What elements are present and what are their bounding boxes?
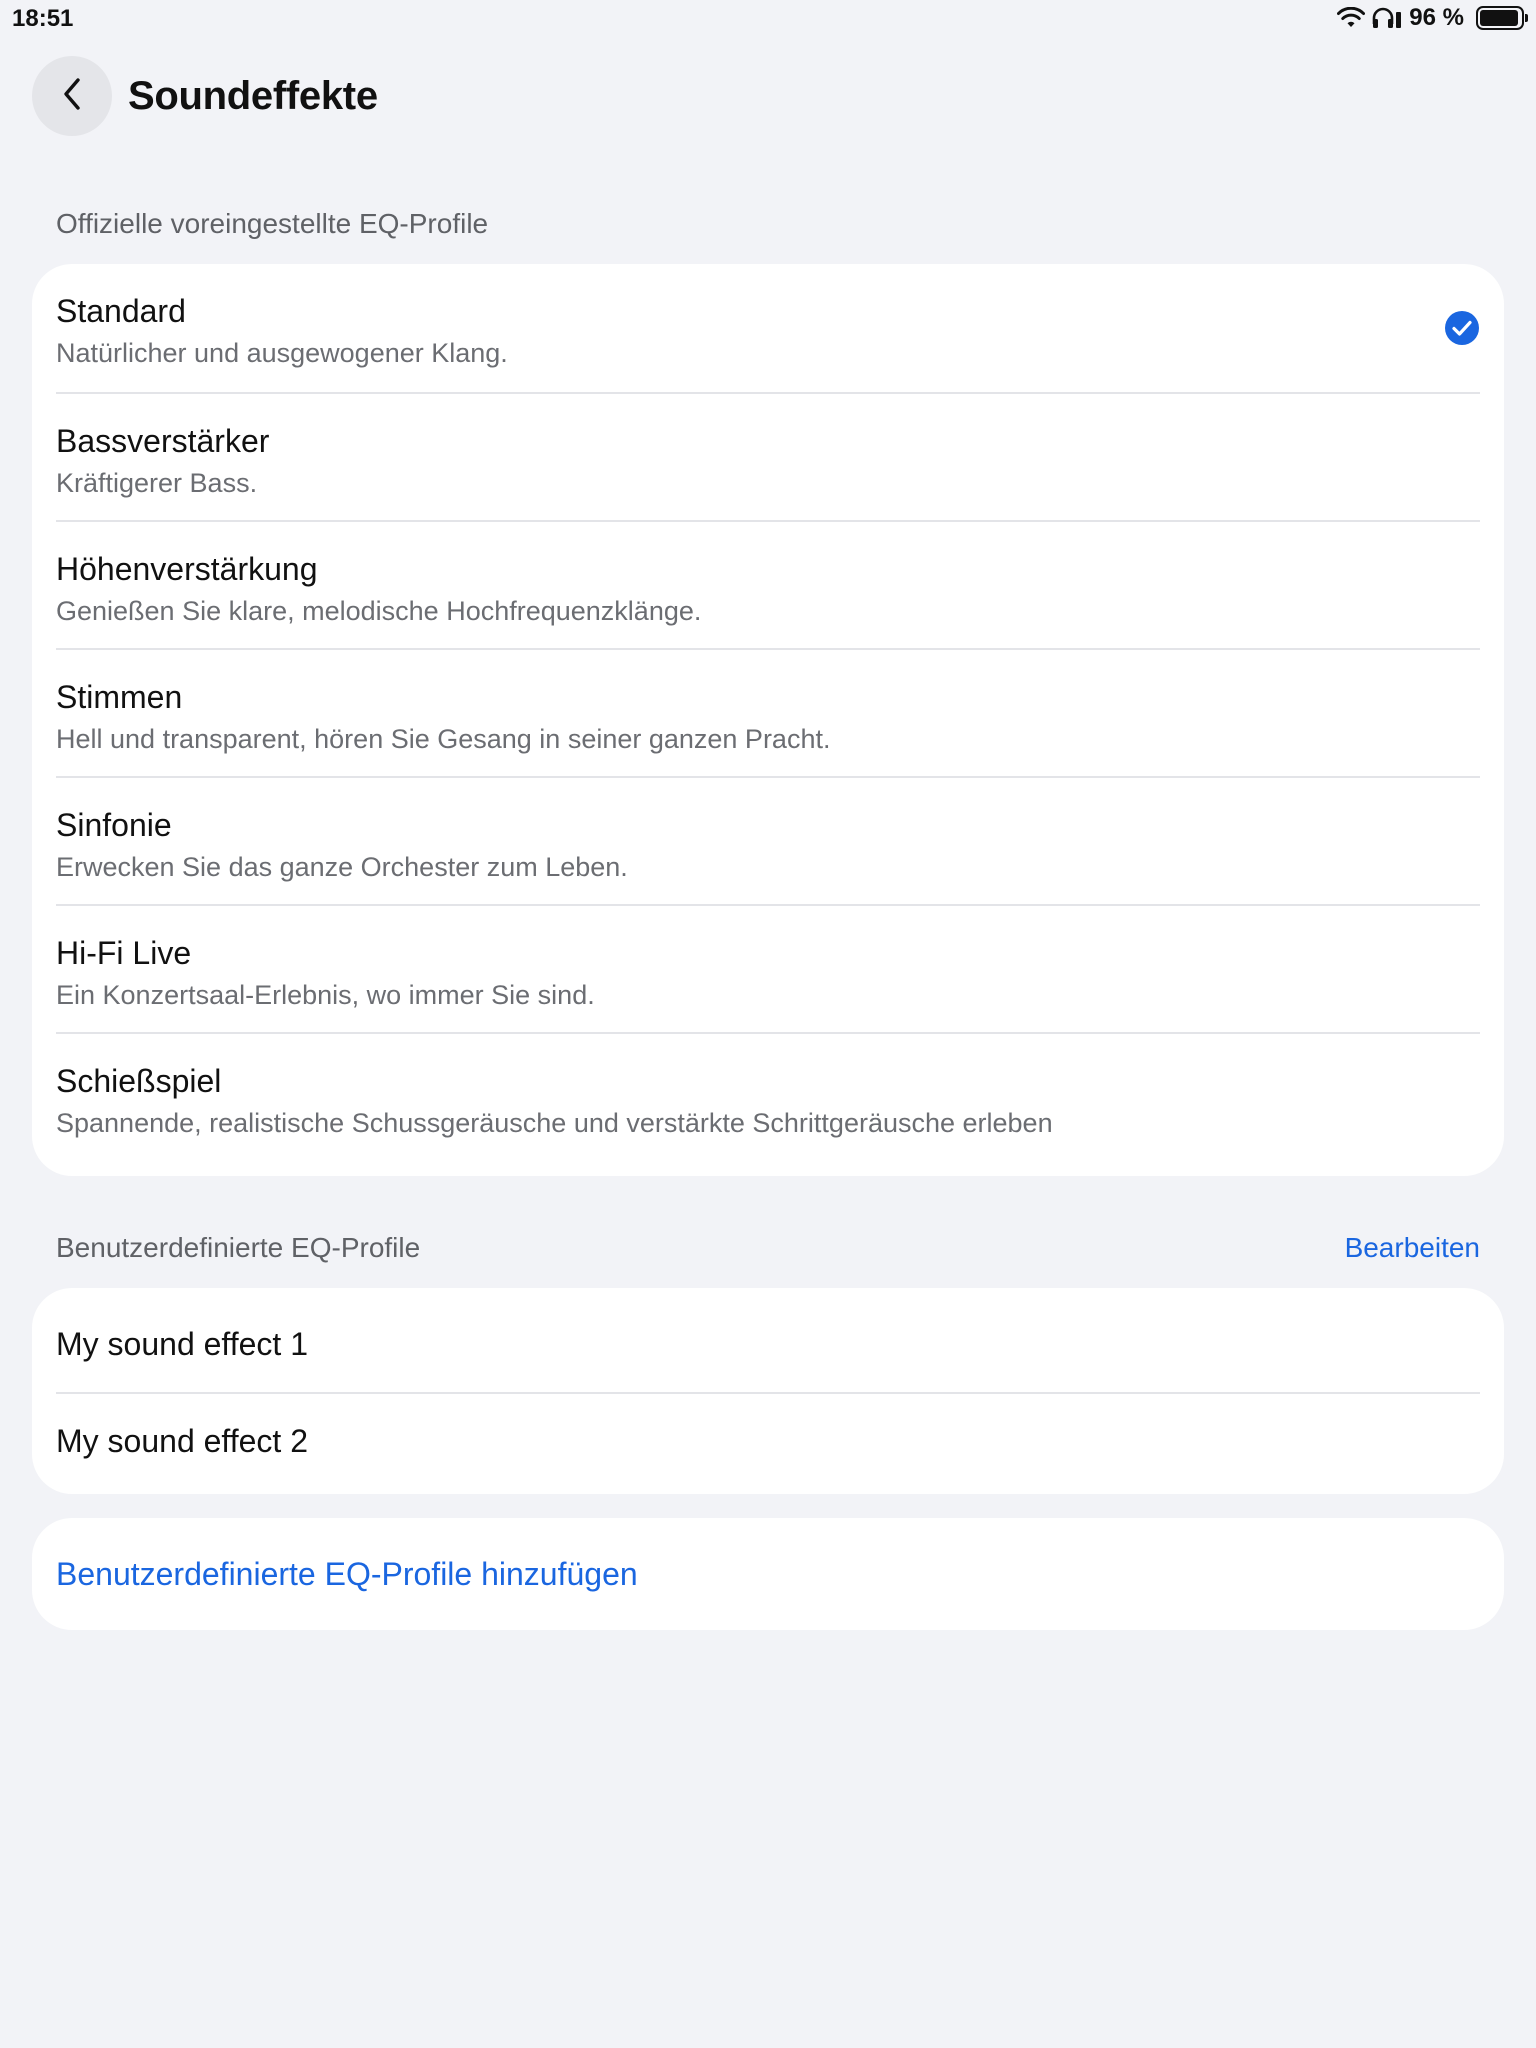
chevron-left-icon — [58, 74, 86, 119]
preset-description: Erwecken Sie das ganze Orchester zum Leb… — [56, 852, 628, 882]
preset-title: Schießspiel — [56, 1063, 222, 1099]
headphones-icon — [1371, 6, 1403, 30]
preset-item-bass[interactable]: Bassverstärker Kräftigerer Bass. — [56, 392, 1480, 520]
preset-title: Stimmen — [56, 679, 183, 715]
back-button[interactable] — [32, 56, 112, 136]
checkmark-icon — [1444, 310, 1480, 346]
preset-description: Ein Konzertsaal-Erlebnis, wo immer Sie s… — [56, 980, 595, 1010]
preset-description: Kräftigerer Bass. — [56, 468, 258, 498]
status-bar: 18:51 96 % — [0, 0, 1536, 40]
official-section-label: Offizielle voreingestellte EQ-Profile — [56, 208, 489, 239]
preset-description: Hell und transparent, hören Sie Gesang i… — [56, 724, 831, 754]
preset-description: Natürlicher und ausgewogener Klang. — [56, 338, 508, 368]
preset-title: Hi-Fi Live — [56, 935, 192, 971]
wifi-icon — [1337, 7, 1366, 29]
official-presets-card: Standard Natürlicher und ausgewogener Kl… — [32, 264, 1504, 1176]
custom-preset-item-2[interactable]: My sound effect 2 — [56, 1392, 1480, 1488]
preset-item-symphony[interactable]: Sinfonie Erwecken Sie das ganze Orcheste… — [56, 776, 1480, 904]
status-time: 18:51 — [12, 5, 74, 32]
battery-icon — [1476, 6, 1528, 30]
add-custom-preset-link[interactable]: Benutzerdefinierte EQ-Profile hinzufügen — [56, 1556, 638, 1593]
custom-presets-card: My sound effect 1 My sound effect 2 — [32, 1288, 1504, 1494]
preset-item-vocals[interactable]: Stimmen Hell und transparent, hören Sie … — [56, 648, 1480, 776]
add-custom-preset-card[interactable]: Benutzerdefinierte EQ-Profile hinzufügen — [32, 1518, 1504, 1630]
header: Soundeffekte — [32, 56, 378, 136]
page-title: Soundeffekte — [128, 73, 378, 118]
battery-percent: 96 % — [1409, 4, 1464, 31]
status-indicators: 96 % — [1337, 4, 1528, 32]
custom-preset-item-1[interactable]: My sound effect 1 — [56, 1296, 1480, 1392]
preset-description: Genießen Sie klare, melodische Hochfrequ… — [56, 596, 702, 626]
custom-section-label: Benutzerdefinierte EQ-Profile — [56, 1232, 421, 1263]
preset-item-hifi-live[interactable]: Hi-Fi Live Ein Konzertsaal-Erlebnis, wo … — [56, 904, 1480, 1032]
preset-title: Bassverstärker — [56, 423, 270, 459]
preset-title: Sinfonie — [56, 807, 172, 843]
preset-item-shooter-game[interactable]: Schießspiel Spannende, realistische Schu… — [56, 1032, 1480, 1160]
preset-title: Standard — [56, 293, 186, 329]
preset-item-treble[interactable]: Höhenverstärkung Genießen Sie klare, mel… — [56, 520, 1480, 648]
preset-title: Höhenverstärkung — [56, 551, 318, 587]
preset-item-standard[interactable]: Standard Natürlicher und ausgewogener Kl… — [56, 264, 1480, 392]
preset-description: Spannende, realistische Schussgeräusche … — [56, 1108, 1053, 1138]
battery-fill — [1480, 10, 1519, 26]
edit-button[interactable]: Bearbeiten — [1345, 1232, 1480, 1264]
